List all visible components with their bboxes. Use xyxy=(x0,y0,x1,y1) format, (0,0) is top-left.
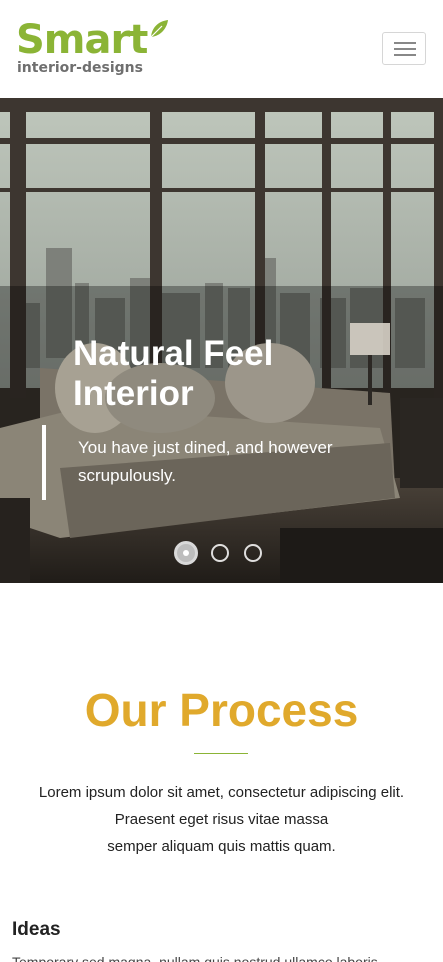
slider-dot-3[interactable] xyxy=(244,544,262,562)
description-line: semper aliquam quis mattis quam. xyxy=(107,838,336,855)
hamburger-menu-icon xyxy=(394,42,416,44)
menu-toggle-button[interactable] xyxy=(382,32,426,65)
logo-wordmark: Smart xyxy=(16,17,148,63)
site-logo[interactable]: Smart interior-designs xyxy=(16,16,176,82)
leaf-icon xyxy=(150,20,168,38)
section-divider xyxy=(194,753,248,754)
site-header: Smart interior-designs xyxy=(0,0,443,98)
slider-dot-1[interactable] xyxy=(174,541,198,565)
hero-quote-bar xyxy=(42,425,46,500)
description-line: Praesent eget risus vitae massa xyxy=(114,811,329,828)
slider-dot-2[interactable] xyxy=(211,544,229,562)
hero-title: Natural Feel Interior xyxy=(73,334,274,413)
hero-slider: Natural Feel Interior You have just dine… xyxy=(0,98,443,583)
description-line: Lorem ipsum dolor sit amet, consectetur … xyxy=(38,784,405,801)
section-title: Our Process xyxy=(84,684,359,736)
section-description: Lorem ipsum dolor sit amet, consectetur … xyxy=(0,779,443,860)
hamburger-menu-icon-bar xyxy=(394,48,416,50)
logo-subtitle: interior-designs xyxy=(17,60,143,76)
hero-text: You have just dined, and however scrupul… xyxy=(78,438,333,485)
hamburger-menu-icon-bar xyxy=(394,54,416,56)
ideas-heading: Ideas xyxy=(12,919,61,940)
ideas-text: Temporary sed magna, nullam quis nostrud… xyxy=(12,955,442,962)
